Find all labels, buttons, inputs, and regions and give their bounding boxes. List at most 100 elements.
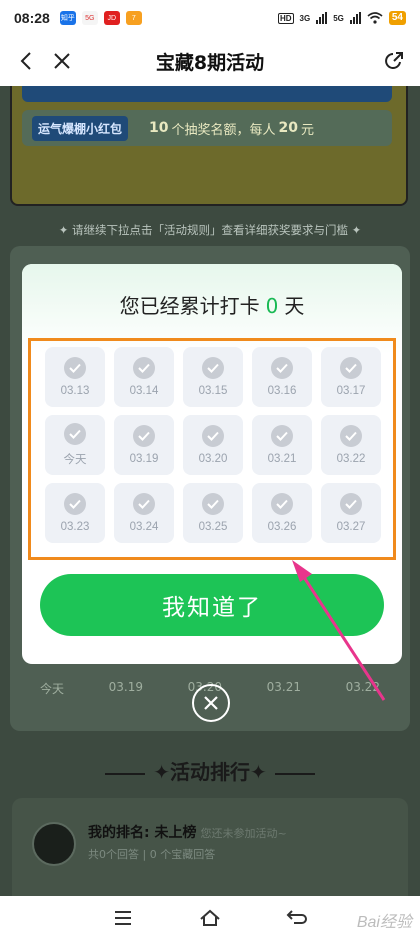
- menu-button[interactable]: [103, 898, 143, 938]
- return-icon: [286, 910, 307, 924]
- net-5g-label: 5G: [333, 13, 344, 23]
- rules-hint: ✦ 请继续下拉点击「活动规则」查看详细获奖要求与门槛 ✦: [58, 223, 362, 237]
- check-icon: [133, 493, 155, 515]
- reward-unit: 元: [301, 122, 315, 138]
- checkin-day-cell: 03.17: [321, 347, 381, 407]
- checkin-day-label: 今天: [63, 454, 87, 466]
- checkin-day-cell: 今天: [45, 415, 105, 475]
- modal-title-suffix: 天: [284, 294, 305, 318]
- check-icon: [64, 423, 86, 445]
- rank-stats: 共0个回答 | 0 个宝藏回答: [88, 848, 216, 861]
- my-ranking-card: 我的排名: 未上榜 您还未参加活动~ 共0个回答 | 0 个宝藏回答: [12, 798, 408, 896]
- share-icon: [385, 52, 403, 69]
- checkin-day-label: 03.16: [267, 385, 297, 397]
- check-icon: [340, 425, 362, 447]
- signal-icon-2: [349, 12, 361, 24]
- check-icon: [133, 425, 155, 447]
- rules-hint-text: 请继续下拉点击「活动规则」查看详细获奖要求与门槛: [72, 223, 348, 237]
- checkin-day-cell: 03.24: [114, 483, 174, 543]
- wifi-icon: [367, 12, 383, 24]
- ranking-title: ✦活动排行✦: [0, 756, 420, 785]
- rank-note: 您还未参加活动~: [200, 827, 287, 840]
- status-app-icons: 知乎 5G JD 7: [59, 11, 142, 25]
- checkin-day-label: 03.25: [198, 521, 228, 533]
- close-page-button[interactable]: [42, 36, 82, 86]
- reward-amount: 20: [278, 120, 298, 136]
- modal-title-prefix: 您已经累计打卡: [119, 294, 260, 318]
- background-day-label: 今天: [40, 682, 65, 696]
- zhihu-app-icon: 知乎: [59, 11, 76, 25]
- reward-strip-top: [22, 86, 392, 102]
- check-icon: [202, 357, 224, 379]
- status-bar: 08:28 知乎 5G JD 7 HD 3G 5G 54: [0, 0, 420, 36]
- checkin-day-cell: 03.25: [183, 483, 243, 543]
- rank-value: 未上榜: [154, 825, 197, 841]
- modal-title: 您已经累计打卡 0 天: [22, 290, 402, 319]
- battery-icon: 54: [388, 11, 406, 25]
- back-nav-button[interactable]: [277, 898, 317, 938]
- 5g-app-icon: 5G: [81, 11, 98, 25]
- checkin-day-label: 03.22: [336, 453, 366, 465]
- highlight-frame: 03.13 03.14 03.15 03.16 03.17 今天 03.19 03.20 03.…: [28, 338, 396, 560]
- check-icon: [271, 357, 293, 379]
- back-arrow-icon: [20, 52, 31, 70]
- ranking-title-text: ✦活动排行✦: [153, 760, 267, 784]
- back-button[interactable]: [6, 36, 46, 86]
- checkin-day-cell: 03.16: [252, 347, 312, 407]
- reward-strip: 运气爆棚小红包 10 个抽奖名额，每人 20 元: [22, 110, 392, 146]
- background-day-label: 03.19: [108, 680, 143, 694]
- hd-icon: HD: [277, 12, 294, 24]
- check-icon: [271, 493, 293, 515]
- check-icon: [202, 425, 224, 447]
- check-icon: [271, 425, 293, 447]
- checkin-day-cell: 03.13: [45, 347, 105, 407]
- background-day-label: 03.22: [345, 680, 380, 694]
- checkin-day-cell: 03.20: [183, 415, 243, 475]
- signal-icon: [316, 12, 328, 24]
- home-button[interactable]: [190, 898, 230, 938]
- checkin-day-label: 03.21: [267, 453, 297, 465]
- avatar: [32, 822, 76, 866]
- close-modal-button[interactable]: [192, 684, 230, 722]
- checkin-day-label: 03.27: [336, 521, 366, 533]
- status-time: 08:28: [14, 10, 50, 26]
- checkin-day-cell: 03.15: [183, 347, 243, 407]
- check-icon: [202, 493, 224, 515]
- page-title: 宝藏8期活动: [155, 51, 265, 74]
- check-icon: [340, 357, 362, 379]
- my-rank: 我的排名: 未上榜 您还未参加活动~: [88, 822, 287, 842]
- close-icon: [204, 696, 218, 710]
- checkin-day-label: 03.17: [336, 385, 366, 397]
- watermark: Bai经验: [356, 914, 412, 931]
- background-day-label: 03.21: [266, 680, 301, 694]
- checkin-day-cell: 03.21: [252, 415, 312, 475]
- check-icon: [64, 493, 86, 515]
- checkin-day-cell: 03.19: [114, 415, 174, 475]
- checkin-day-label: 03.19: [129, 453, 159, 465]
- home-icon: [200, 909, 220, 926]
- close-icon: [54, 53, 70, 69]
- checkin-day-label: 03.14: [129, 385, 159, 397]
- menu-icon: [115, 911, 132, 925]
- calendar-app-icon: 7: [125, 11, 142, 25]
- net-3g-label: 3G: [299, 13, 311, 23]
- reward-text: 个抽奖名额，每人: [171, 122, 276, 138]
- checkin-day-grid: 03.13 03.14 03.15 03.16 03.17 今天 03.19 03.20 03.…: [45, 347, 381, 543]
- checkin-day-label: 03.15: [198, 385, 228, 397]
- checkin-modal: 您已经累计打卡 0 天 03.13 03.14 03.15 03.16 03.17 今天 03.…: [22, 264, 402, 664]
- check-icon: [64, 357, 86, 379]
- checkin-day-cell: 03.22: [321, 415, 381, 475]
- check-icon: [340, 493, 362, 515]
- rank-label: 我的排名:: [88, 825, 150, 841]
- confirm-button[interactable]: 我知道了: [40, 574, 384, 636]
- checkin-day-label: 03.13: [60, 385, 90, 397]
- check-icon: [133, 357, 155, 379]
- checkin-count: 0: [265, 294, 279, 318]
- checkin-day-cell: 03.27: [321, 483, 381, 543]
- checkin-day-label: 03.20: [198, 453, 228, 465]
- checkin-day-label: 03.23: [60, 521, 90, 533]
- checkin-day-cell: 03.14: [114, 347, 174, 407]
- reward-tag: 运气爆棚小红包: [32, 115, 129, 141]
- checkin-day-label: 03.24: [129, 521, 159, 533]
- share-button[interactable]: [374, 36, 414, 86]
